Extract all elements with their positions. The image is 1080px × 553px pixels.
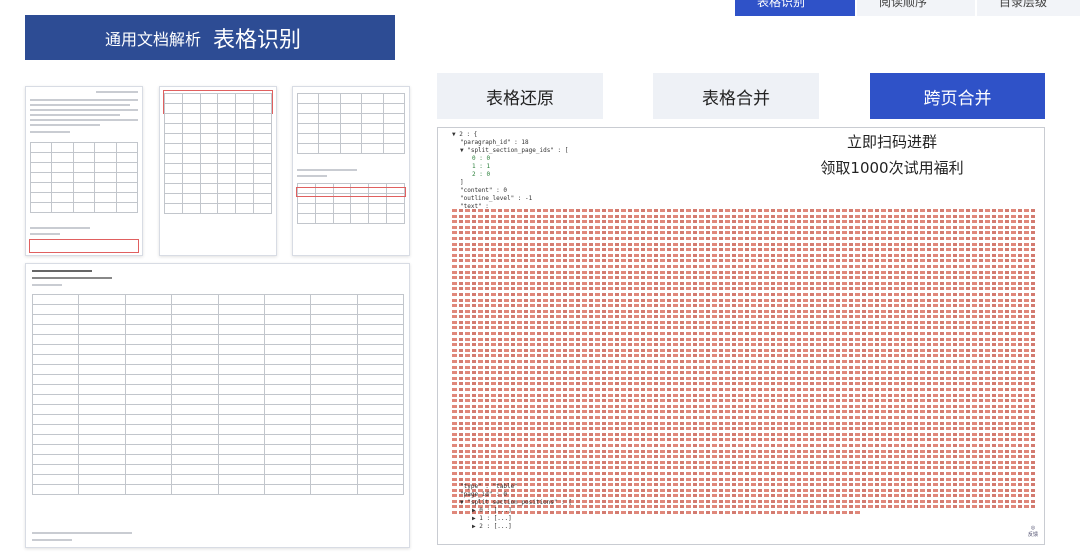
json-page-id-item: 1 : 1 xyxy=(472,163,491,170)
json-close-bracket: ] xyxy=(460,179,464,186)
feedback-icon: ◎ xyxy=(1030,525,1036,531)
json-position-item[interactable]: ▶ 0 : [...] xyxy=(472,507,512,514)
page: 表格识别 阅读顺序 目录层级 通用文档解析 表格识别 表格还原 表格合并 跨页合… xyxy=(0,0,1080,553)
cross-page-merge-button[interactable]: 跨页合并 xyxy=(870,73,1045,119)
json-content: "content" : 0 xyxy=(460,187,507,194)
json-position-item[interactable]: ▶ 1 : [...] xyxy=(472,515,512,522)
json-page-id-item: 2 : 0 xyxy=(472,171,491,178)
banner-subtitle: 通用文档解析 xyxy=(105,29,202,49)
promo-line-2: 领取1000次试用福利 xyxy=(820,159,964,177)
document-preview-large[interactable] xyxy=(25,263,410,548)
json-object-open[interactable]: ▼ 2 : { xyxy=(452,131,477,138)
promo-text: 立即扫码进群 领取1000次试用福利 xyxy=(792,131,992,178)
json-page-id: "page_id" : 0 xyxy=(460,491,507,498)
document-thumbnail-2[interactable] xyxy=(159,86,277,256)
tab-reading-order[interactable]: 阅读顺序 xyxy=(857,0,975,16)
tab-toc-level[interactable]: 目录层级 xyxy=(977,0,1080,16)
document-thumbnail-3[interactable] xyxy=(292,86,410,256)
feedback-label: 反馈 xyxy=(1027,532,1038,538)
table-merge-button[interactable]: 表格合并 xyxy=(653,73,819,119)
json-output-panel[interactable]: ▼ 2 : { "paragraph_id" : 18 ▼ "split_sec… xyxy=(437,127,1045,545)
banner-title: 表格识别 xyxy=(213,27,302,53)
tab-table-recognition[interactable]: 表格识别 xyxy=(735,0,855,16)
json-text-html-value xyxy=(452,209,1037,544)
json-outline-level: "outline_level" : -1 xyxy=(460,195,533,202)
json-type: "type" : "table" xyxy=(460,483,518,490)
json-split-section-positions[interactable]: ▼ "split_section_positions" : [ xyxy=(460,499,572,506)
table-restore-button[interactable]: 表格还原 xyxy=(437,73,603,119)
document-thumbnail-1[interactable] xyxy=(25,86,143,256)
promo-line-1: 立即扫码进群 xyxy=(846,133,937,151)
title-banner: 通用文档解析 表格识别 xyxy=(25,15,395,60)
json-split-section-page-ids[interactable]: ▼ "split_section_page_ids" : [ xyxy=(460,147,568,154)
json-position-item[interactable]: ▶ 2 : [...] xyxy=(472,523,512,530)
json-page-id-item: 0 : 0 xyxy=(472,155,491,162)
top-tab-bar: 表格识别 阅读顺序 目录层级 xyxy=(735,0,1080,16)
feedback-button[interactable]: ◎ 反馈 xyxy=(1026,525,1040,538)
json-paragraph-id: "paragraph_id" : 18 xyxy=(460,139,529,146)
